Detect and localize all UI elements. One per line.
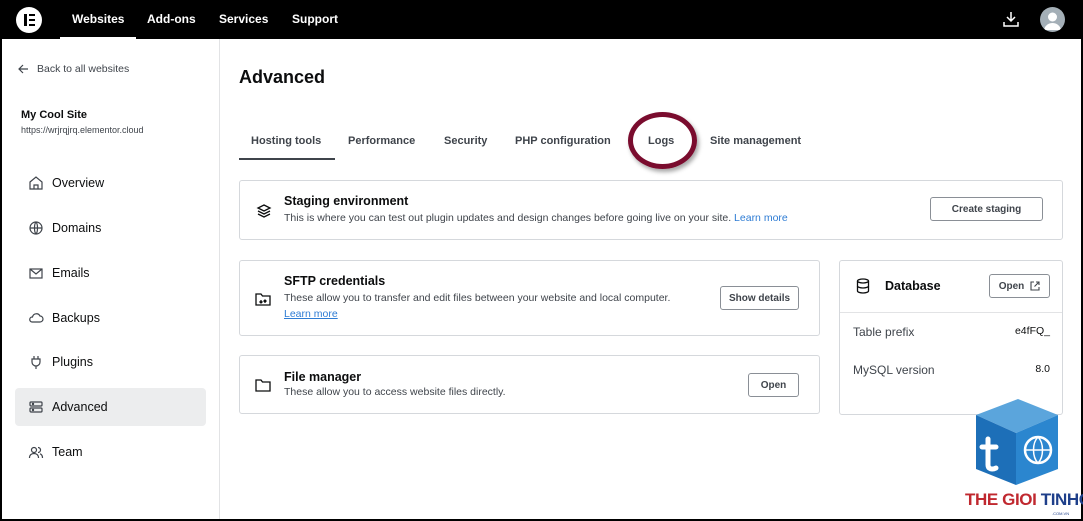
- watermark-brand-blue: TINHOC: [1040, 490, 1083, 509]
- nav-websites[interactable]: Websites: [59, 0, 138, 39]
- file-manager-title: File manager: [284, 370, 362, 384]
- plug-icon: [31, 356, 41, 369]
- file-manager-card: File manager These allow you to access w…: [239, 355, 820, 414]
- elementor-logo-icon[interactable]: [16, 7, 42, 33]
- avatar[interactable]: [1040, 7, 1065, 32]
- mysql-version-value: 8.0: [1035, 363, 1050, 375]
- database-card: Database Open Table prefix e4fFQ_ MySQL …: [839, 260, 1063, 415]
- table-prefix-value: e4fFQ_: [1014, 325, 1050, 337]
- staging-desc: This is where you can test out plugin up…: [284, 212, 788, 224]
- staging-desc-text: This is where you can test out plugin up…: [284, 212, 732, 224]
- database-open-label: Open: [998, 280, 1025, 292]
- database-title: Database: [885, 279, 941, 293]
- site-url: https://wrjrqjrq.elementor.cloud: [21, 125, 144, 135]
- team-icon: [28, 446, 44, 459]
- sftp-card: SFTP credentials These allow you to tran…: [239, 260, 820, 336]
- arrow-left-icon: [18, 64, 28, 74]
- app-frame: Back to all websites My Cool Site https:…: [2, 39, 1081, 519]
- file-manager-desc: These allow you to access website files …: [284, 386, 506, 398]
- nav-services[interactable]: Services: [219, 0, 268, 39]
- globe-icon: [29, 221, 43, 235]
- sidebar: Back to all websites My Cool Site https:…: [2, 39, 220, 519]
- sidebar-item-label: Overview: [52, 176, 105, 190]
- user-icon: [1044, 12, 1061, 30]
- database-open-button[interactable]: Open: [989, 274, 1050, 298]
- download-icon[interactable]: [1002, 10, 1020, 28]
- sidebar-item-team[interactable]: Team: [15, 433, 206, 471]
- mail-icon: [29, 268, 43, 279]
- table-prefix-label: Table prefix: [853, 325, 915, 339]
- site-name: My Cool Site: [21, 109, 88, 121]
- back-link[interactable]: Back to all websites: [18, 63, 129, 75]
- sftp-learn-more-link[interactable]: Learn more: [284, 308, 338, 320]
- sidebar-item-advanced[interactable]: Advanced: [15, 388, 206, 426]
- tab-performance[interactable]: Performance: [348, 124, 415, 160]
- back-link-label: Back to all websites: [37, 63, 130, 75]
- database-divider: [840, 312, 1062, 313]
- layers-icon: [256, 204, 272, 218]
- external-link-icon: [1030, 281, 1040, 291]
- server-icon: [29, 401, 43, 413]
- sidebar-item-label: Advanced: [52, 400, 108, 414]
- sidebar-item-plugins[interactable]: Plugins: [15, 343, 206, 381]
- nav-add-ons[interactable]: Add-ons: [147, 0, 196, 39]
- tab-security[interactable]: Security: [444, 124, 487, 160]
- folder-icon: [255, 379, 271, 392]
- tab-site-management[interactable]: Site management: [710, 124, 801, 160]
- sidebar-item-emails[interactable]: Emails: [15, 254, 206, 292]
- sidebar-item-overview[interactable]: Overview: [15, 164, 206, 202]
- watermark-sub: .COM.VN: [1052, 511, 1070, 516]
- sidebar-item-label: Plugins: [52, 355, 93, 369]
- watermark-brand: THE GIOI TINHOC: [965, 490, 1083, 510]
- tab-hosting-tools[interactable]: Hosting tools: [251, 124, 321, 160]
- active-tab-indicator: [239, 158, 335, 160]
- sidebar-item-label: Domains: [52, 221, 102, 235]
- home-icon: [29, 176, 43, 190]
- sidebar-item-label: Emails: [52, 266, 90, 280]
- logs-highlight-circle: [628, 112, 697, 169]
- create-staging-button[interactable]: Create staging: [930, 197, 1043, 221]
- sidebar-item-label: Team: [52, 445, 83, 459]
- sidebar-item-backups[interactable]: Backups: [15, 299, 206, 337]
- show-details-button[interactable]: Show details: [720, 286, 799, 310]
- database-icon: [856, 278, 870, 294]
- sftp-desc: These allow you to transfer and edit fil…: [284, 292, 671, 304]
- sidebar-item-domains[interactable]: Domains: [15, 209, 206, 247]
- watermark-brand-red: THE GIOI: [965, 490, 1041, 509]
- staging-learn-more-link[interactable]: Learn more: [734, 212, 788, 224]
- tab-php-configuration[interactable]: PHP configuration: [515, 124, 611, 160]
- mysql-version-label: MySQL version: [853, 363, 935, 377]
- top-bar: Websites Add-ons Services Support: [0, 0, 1083, 39]
- folder-transfer-icon: [255, 293, 271, 306]
- sidebar-item-label: Backups: [52, 311, 100, 325]
- cloud-icon: [29, 313, 44, 323]
- file-manager-open-button[interactable]: Open: [748, 373, 799, 397]
- staging-card: Staging environment This is where you ca…: [239, 180, 1063, 240]
- staging-title: Staging environment: [284, 194, 409, 208]
- nav-support[interactable]: Support: [292, 0, 338, 39]
- page-title: Advanced: [239, 67, 326, 87]
- sftp-title: SFTP credentials: [284, 274, 386, 288]
